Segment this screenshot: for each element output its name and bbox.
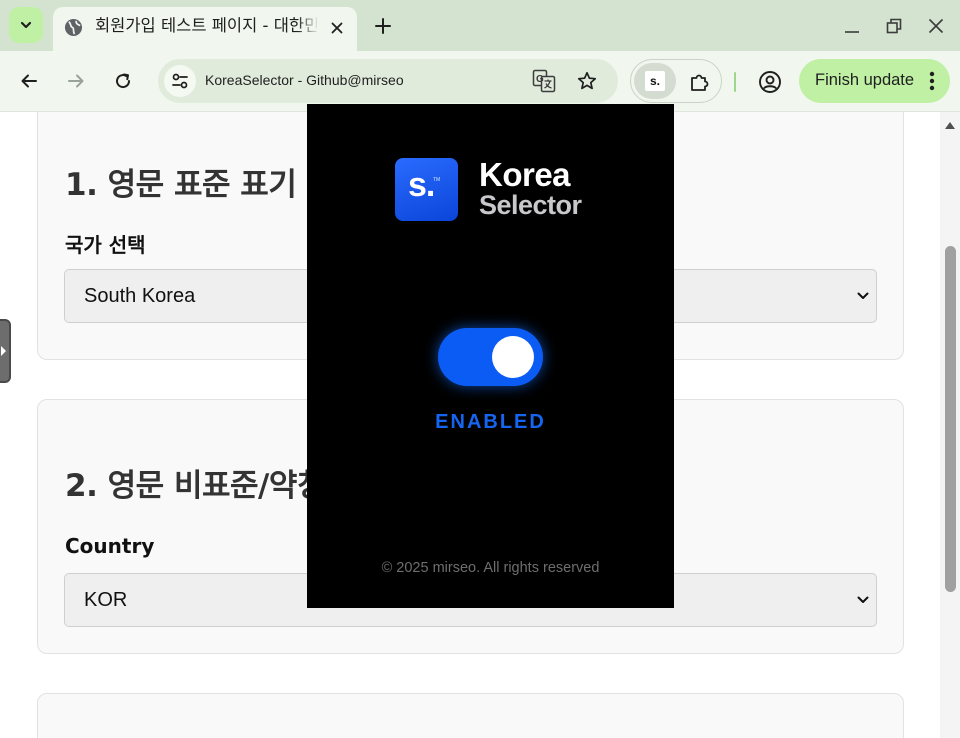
enable-toggle[interactable]: [438, 328, 543, 386]
chevron-down-icon: [20, 21, 32, 29]
translate-icon: G: [532, 69, 556, 93]
forward-button[interactable]: [61, 66, 91, 96]
close-window-button[interactable]: [922, 12, 950, 40]
plus-icon: [375, 18, 391, 34]
scroll-thumb[interactable]: [945, 246, 956, 592]
select-value: KOR: [84, 589, 128, 611]
translate-button[interactable]: G: [531, 68, 557, 94]
korea-selector-logo: s. TM: [395, 158, 458, 221]
chevron-down-icon: [856, 289, 870, 303]
section-heading: 2. 영문 비표준/약칭: [65, 468, 325, 504]
logo-text: s.: [408, 166, 435, 204]
new-tab-button[interactable]: [370, 13, 396, 39]
back-button[interactable]: [14, 66, 44, 96]
tab-strip: 회원가입 테스트 페이지 - 대한민국: [0, 0, 960, 51]
globe-icon: [64, 18, 83, 37]
star-icon: [577, 71, 597, 90]
minimize-icon: [845, 31, 859, 33]
tab-close-button[interactable]: [326, 17, 348, 39]
profile-button[interactable]: [755, 67, 785, 97]
copyright-text: © 2025 mirseo. All rights reserved: [381, 560, 600, 576]
tune-icon: [172, 73, 188, 89]
toggle-knob: [492, 336, 534, 378]
side-panel-handle[interactable]: [0, 319, 11, 383]
finish-update-button[interactable]: Finish update: [799, 59, 950, 103]
svg-text:G: G: [536, 74, 544, 85]
reload-button[interactable]: [108, 66, 138, 96]
korea-selector-icon: s.: [645, 71, 665, 91]
select-value: South Korea: [84, 285, 196, 307]
restore-icon: [886, 18, 902, 34]
page-scrollbar[interactable]: [940, 112, 960, 738]
section-card-next: [37, 693, 904, 738]
close-icon: [331, 22, 343, 34]
restore-button[interactable]: [880, 12, 908, 40]
triangle-up-icon: [945, 121, 955, 129]
brand-name-line1: Korea: [479, 156, 571, 193]
country-select-label: Country: [65, 534, 155, 558]
arrow-left-icon: [21, 74, 37, 88]
tab-search-button[interactable]: [9, 7, 43, 43]
close-icon: [928, 18, 944, 34]
profile-icon: [759, 71, 781, 93]
extensions-group: s.: [630, 59, 722, 103]
tab-title: 회원가입 테스트 페이지 - 대한민국: [95, 16, 317, 35]
korea-selector-popup: s. TM Korea Selector ENABLED © 2025 mirs…: [307, 104, 674, 608]
section-heading: 1. 영문 표준 표기: [65, 167, 297, 203]
site-info-button[interactable]: [164, 65, 196, 97]
address-bar[interactable]: KoreaSelector - Github@mirseo G: [158, 59, 618, 103]
tab-title-fade: [297, 14, 319, 38]
korea-selector-extension-button[interactable]: s.: [634, 63, 676, 99]
browser-toolbar: KoreaSelector - Github@mirseo G s. Finis…: [0, 51, 960, 112]
bookmark-button[interactable]: [574, 68, 600, 94]
scroll-up-button[interactable]: [944, 120, 956, 130]
kebab-menu-icon[interactable]: [924, 70, 940, 92]
reload-icon: [116, 73, 131, 89]
logo-tm-mark: TM: [433, 177, 441, 183]
tab-active[interactable]: 회원가입 테스트 페이지 - 대한민국: [53, 7, 357, 51]
brand-name-line2: Selector: [479, 190, 582, 220]
toolbar-divider: [734, 72, 736, 92]
arrow-right-icon: [68, 74, 84, 88]
extensions-button[interactable]: [687, 69, 713, 95]
address-text[interactable]: KoreaSelector - Github@mirseo: [205, 72, 404, 88]
puzzle-icon: [691, 74, 709, 91]
chevron-down-icon: [856, 593, 870, 607]
status-label: ENABLED: [435, 411, 546, 433]
finish-update-label: Finish update: [815, 71, 915, 89]
chevron-right-icon: [1, 346, 6, 356]
country-select-label: 국가 선택: [65, 233, 146, 257]
minimize-button[interactable]: [838, 12, 866, 40]
